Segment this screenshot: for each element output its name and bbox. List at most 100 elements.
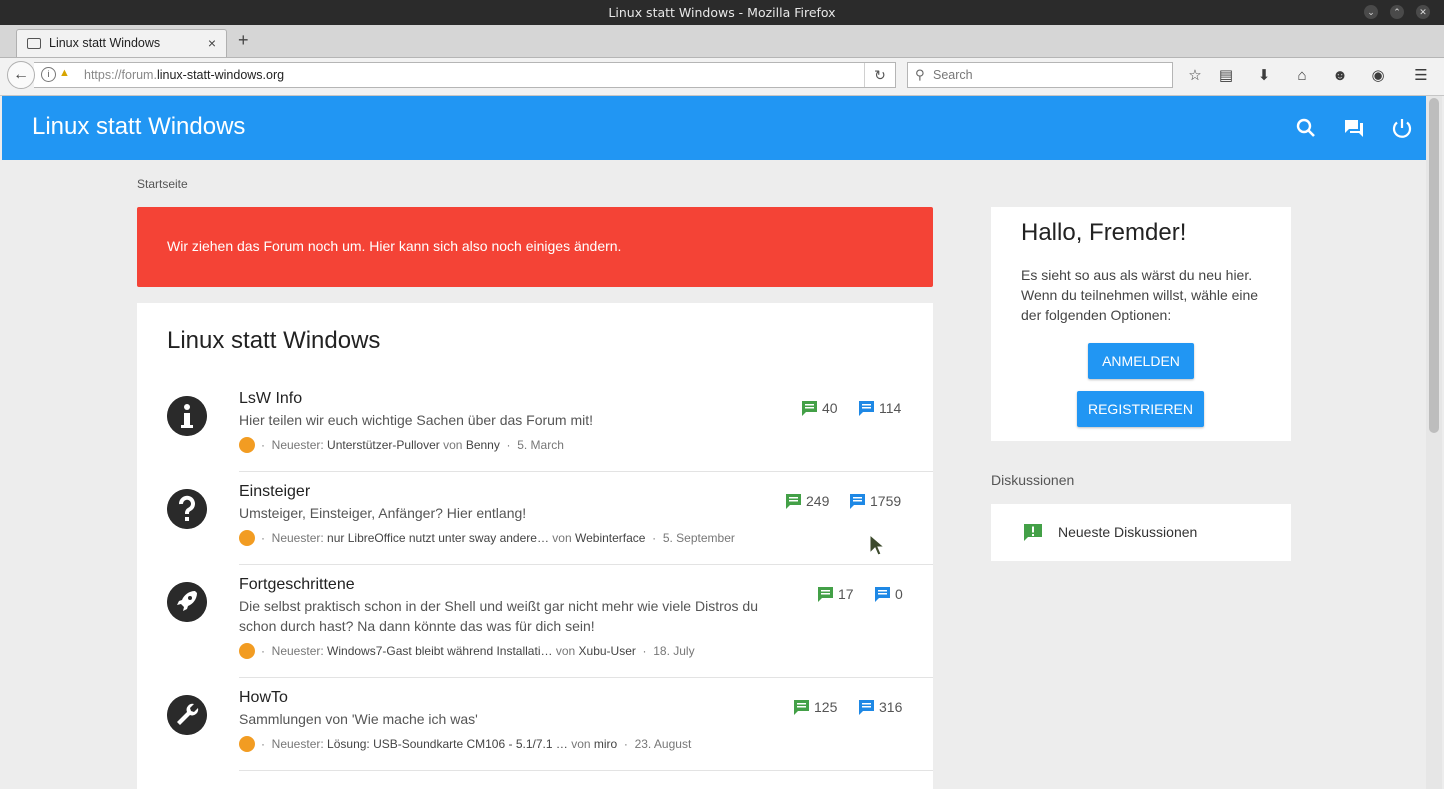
breadcrumb[interactable]: Startseite — [137, 177, 188, 191]
site-title[interactable]: Linux statt Windows — [32, 113, 245, 141]
category-list-title: Linux statt Windows — [167, 327, 381, 354]
category-description: Die selbst praktisch schon in der Shell … — [239, 598, 759, 634]
scrollbar-thumb[interactable] — [1429, 98, 1439, 433]
rss-icon[interactable] — [239, 437, 255, 453]
latest-post-meta: · Neuester: Unterstützer-Pullover von Be… — [239, 437, 564, 453]
latest-post-meta: · Neuester: Lösung: USB-Soundkarte CM106… — [239, 736, 691, 752]
download-icon[interactable]: ⬇ — [1254, 66, 1274, 86]
mouse-cursor-icon — [869, 534, 885, 556]
forum-icon[interactable] — [1342, 116, 1366, 140]
latest-date: 5. September — [662, 531, 735, 545]
topics-icon — [794, 700, 809, 715]
rss-icon[interactable] — [239, 736, 255, 752]
topics-count: 125 — [793, 699, 837, 715]
browser-tab[interactable]: Linux statt Windows × — [16, 29, 227, 57]
site-header: Linux statt Windows — [2, 96, 1426, 160]
welcome-heading: Hallo, Fremder! — [1021, 219, 1187, 246]
category-description: Sammlungen von 'Wie mache ich was' — [239, 711, 478, 727]
register-button[interactable]: REGISTRIEREN — [1077, 391, 1204, 427]
latest-date: 18. July — [653, 644, 695, 658]
category-description: Umsteiger, Einsteiger, Anfänger? Hier en… — [239, 505, 527, 521]
latest-user-link[interactable]: miro — [594, 737, 617, 751]
topics-count: 249 — [785, 493, 829, 509]
latest-post-meta: · Neuester: nur LibreOffice nutzt unter … — [239, 530, 735, 546]
latest-user-link[interactable]: Benny — [466, 438, 500, 452]
tab-close-icon[interactable]: × — [208, 35, 216, 51]
divider — [239, 770, 933, 771]
new-tab-button[interactable]: + — [238, 30, 249, 51]
tab-label: Linux statt Windows — [49, 36, 161, 50]
latest-user-link[interactable]: Webinterface — [575, 531, 645, 545]
posts-icon — [850, 494, 865, 509]
window-title: Linux statt Windows - Mozilla Firefox — [608, 5, 836, 20]
url-text[interactable]: https://forum.linux-statt-windows.org — [84, 68, 284, 82]
latest-discussions-label: Neueste Diskussionen — [1058, 524, 1198, 540]
category-name[interactable]: Einsteiger — [239, 483, 310, 501]
category-name[interactable]: HowTo — [239, 689, 288, 707]
info-icon — [167, 396, 207, 436]
posts-icon — [859, 700, 874, 715]
minimize-icon[interactable]: ⌄ — [1364, 5, 1378, 19]
navigation-bar: i ▲ https://forum.linux-statt-windows.or… — [0, 58, 1444, 96]
url-bar[interactable]: i ▲ https://forum.linux-statt-windows.or… — [34, 62, 896, 88]
latest-topic-link[interactable]: nur LibreOffice nutzt unter sway andere… — [327, 531, 549, 545]
maximize-icon[interactable]: ⌃ — [1390, 5, 1404, 19]
announcement-alert: Wir ziehen das Forum noch um. Hier kann … — [137, 207, 933, 287]
alert-text: Wir ziehen das Forum noch um. Hier kann … — [167, 238, 622, 254]
close-window-icon[interactable]: ✕ — [1416, 5, 1430, 19]
chat-icon[interactable]: ☻ — [1330, 66, 1350, 86]
discussions-heading: Diskussionen — [991, 472, 1075, 488]
login-button[interactable]: ANMELDEN — [1088, 343, 1194, 379]
category-item: Fortgeschrittene Die selbst praktisch sc… — [137, 576, 933, 678]
window-titlebar: Linux statt Windows - Mozilla Firefox ⌄ … — [0, 0, 1444, 25]
topics-icon — [786, 494, 801, 509]
category-name[interactable]: LsW Info — [239, 390, 302, 408]
category-description: Hier teilen wir euch wichtige Sachen übe… — [239, 412, 594, 428]
posts-count: 0 — [874, 586, 903, 602]
latest-post-meta: · Neuester: Windows7-Gast bleibt während… — [239, 643, 695, 659]
posts-icon — [859, 401, 874, 416]
pocket-icon[interactable]: ◉ — [1368, 66, 1388, 86]
rss-icon[interactable] — [239, 530, 255, 546]
latest-topic-link[interactable]: Windows7-Gast bleibt während Installati… — [327, 644, 552, 658]
topics-count: 40 — [801, 400, 838, 416]
site-favicon-icon — [27, 38, 41, 49]
divider — [239, 471, 933, 472]
category-item: Einsteiger Umsteiger, Einsteiger, Anfäng… — [137, 483, 933, 565]
search-placeholder: Search — [933, 68, 973, 82]
search-icon[interactable] — [1294, 116, 1318, 140]
question-icon — [167, 489, 207, 529]
latest-date: 5. March — [517, 438, 564, 452]
page-scrollbar[interactable] — [1426, 96, 1442, 789]
topics-icon — [802, 401, 817, 416]
search-input[interactable]: ⚲ Search — [907, 62, 1173, 88]
latest-discussions-link[interactable]: Neueste Diskussionen — [991, 504, 1291, 561]
bookmark-star-icon[interactable]: ☆ — [1185, 66, 1205, 86]
latest-date: 23. August — [634, 737, 692, 751]
rss-icon[interactable] — [239, 643, 255, 659]
latest-topic-link[interactable]: Lösung: USB-Soundkarte CM106 - 5.1/7.1 … — [327, 737, 568, 751]
divider — [239, 564, 933, 565]
reload-icon[interactable]: ↻ — [864, 63, 895, 87]
power-icon[interactable] — [1390, 116, 1414, 140]
menu-icon[interactable]: ☰ — [1411, 66, 1431, 86]
category-list-card: Linux statt Windows LsW Info Hier teilen… — [137, 303, 933, 789]
category-name[interactable]: Fortgeschrittene — [239, 576, 355, 594]
insecure-lock-icon[interactable]: ▲ — [59, 67, 70, 79]
welcome-text: Es sieht so aus als wärst du neu hier. W… — [1021, 267, 1259, 323]
posts-count: 114 — [858, 400, 901, 416]
reading-list-icon[interactable]: ▤ — [1216, 66, 1236, 86]
category-item: LsW Info Hier teilen wir euch wichtige S… — [137, 390, 933, 472]
latest-topic-link[interactable]: Unterstützer-Pullover — [327, 438, 440, 452]
divider — [239, 677, 933, 678]
new-discussions-icon — [1024, 524, 1042, 541]
topics-icon — [818, 587, 833, 602]
tab-bar: Linux statt Windows × + — [0, 25, 1444, 58]
rocket-icon — [167, 582, 207, 622]
back-button[interactable]: ← — [7, 61, 35, 89]
category-item: HowTo Sammlungen von 'Wie mache ich was'… — [137, 689, 933, 771]
latest-user-link[interactable]: Xubu-User — [579, 644, 636, 658]
welcome-card: Hallo, Fremder! Es sieht so aus als wärs… — [991, 207, 1291, 441]
site-info-icon[interactable]: i — [41, 67, 56, 82]
home-icon[interactable]: ⌂ — [1292, 66, 1312, 86]
